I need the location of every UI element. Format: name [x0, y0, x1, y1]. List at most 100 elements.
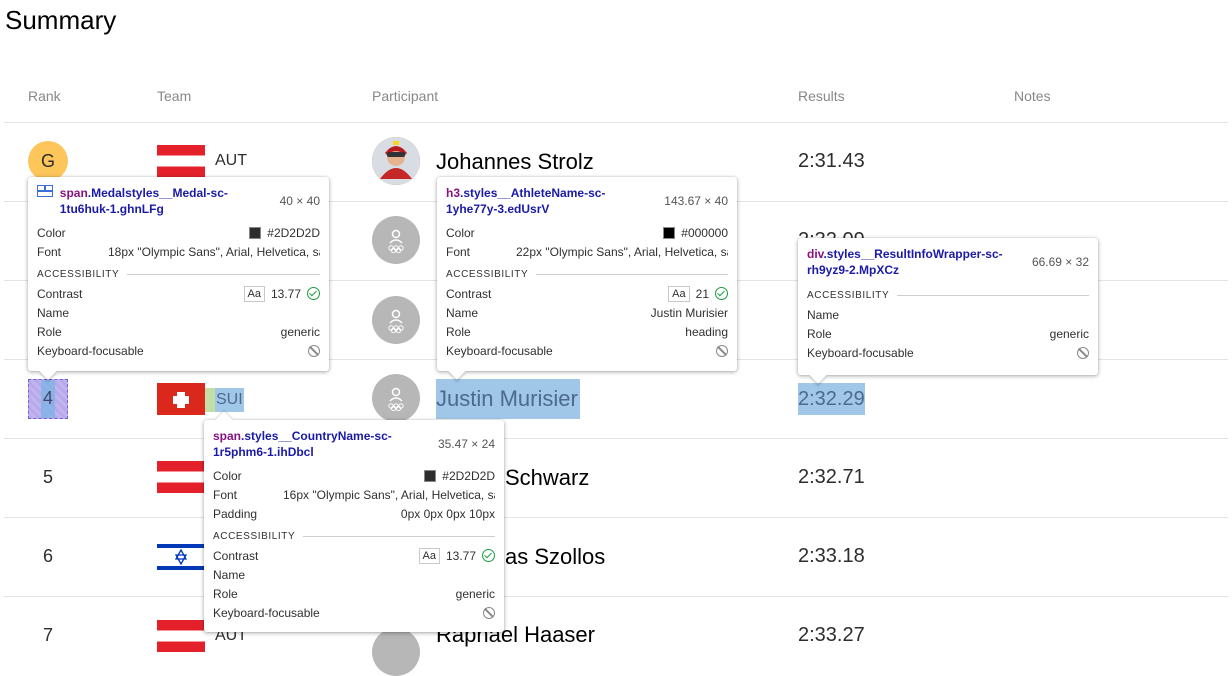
tooltip-color-label: Color: [446, 225, 475, 240]
athlete-name[interactable]: Johannes Strolz: [436, 149, 594, 175]
country-name: AUT: [215, 152, 247, 169]
tooltip-dimensions: 66.69 × 32: [1031, 255, 1089, 269]
tooltip-arrow: [809, 366, 827, 384]
color-swatch-icon: [663, 226, 676, 239]
tooltip-name-label: Name: [446, 305, 479, 320]
tooltip-section-accessibility: ACCESSIBILITY: [37, 269, 320, 280]
tooltip-contrast-label: Contrast: [213, 548, 259, 563]
column-header-rank: Rank: [28, 88, 61, 104]
tooltip-color-value: #2D2D2D: [442, 468, 495, 483]
tooltip-name-label: Name: [807, 307, 840, 322]
tooltip-role-value: generic: [1049, 326, 1089, 341]
tooltip-arrow: [448, 362, 466, 380]
tooltip-color-label: Color: [37, 225, 66, 240]
tooltip-keyboard-label: Keyboard-focusable: [446, 343, 553, 358]
column-header-team: Team: [157, 88, 192, 104]
tooltip-color-value: #000000: [681, 225, 728, 240]
tooltip-font-label: Font: [446, 244, 471, 259]
tooltip-selector: .styles__ResultInfoWrapper-sc-rh9yz9-2.M…: [807, 247, 1003, 277]
athlete-name[interactable]: Schwarz: [505, 465, 589, 491]
tooltip-role-label: Role: [37, 324, 62, 339]
rank-number: 4: [42, 388, 53, 408]
color-swatch-icon: [424, 469, 437, 482]
tooltip-color-value: #2D2D2D: [267, 225, 320, 240]
result-time: 2:33.18: [798, 545, 865, 567]
tooltip-name-label: Name: [37, 305, 70, 320]
result-time: 2:32.71: [798, 466, 865, 488]
column-header-results: Results: [798, 88, 845, 104]
tooltip-role-value: heading: [685, 324, 728, 339]
tooltip-tag: h3: [446, 186, 461, 200]
result-time: 2:31.43: [798, 150, 865, 172]
tooltip-contrast-value: 21: [695, 286, 709, 301]
tooltip-keyboard-label: Keyboard-focusable: [807, 345, 914, 360]
check-circle-icon: [307, 287, 320, 300]
tooltip-name-label: Name: [213, 567, 246, 582]
contrast-aa-icon: Aa: [418, 547, 440, 564]
athlete-name[interactable]: as Szollos: [505, 544, 605, 570]
row-divider: [4, 122, 1228, 123]
avatar-placeholder-icon: [372, 374, 420, 422]
tooltip-dimensions: 143.67 × 40: [664, 194, 728, 208]
column-header-participant: Participant: [372, 88, 439, 104]
inspect-tooltip-country: span.styles__CountryName-sc-1r5phm6-1.ih…: [204, 411, 504, 632]
tooltip-font-value: 16px "Olympic Sans", Arial, Helvetica, s…: [283, 487, 495, 502]
contrast-aa-icon: Aa: [668, 285, 690, 302]
tooltip-keyboard-label: Keyboard-focusable: [213, 605, 320, 620]
tooltip-contrast-label: Contrast: [446, 286, 492, 301]
gold-medal-badge: G: [28, 141, 68, 181]
tooltip-font-value: 18px "Olympic Sans", Arial, Helvetica, s…: [108, 244, 320, 259]
tooltip-dimensions: 40 × 40: [279, 194, 320, 208]
tooltip-font-label: Font: [37, 244, 62, 259]
tooltip-role-label: Role: [446, 324, 471, 339]
avatar-placeholder-icon: [372, 296, 420, 344]
column-header-notes: Notes: [1014, 88, 1051, 104]
rank-number: 7: [42, 625, 53, 645]
israel-flag-icon: [157, 541, 205, 573]
tooltip-name-value: Justin Murisier: [650, 305, 728, 320]
rank-number: 6: [42, 546, 53, 566]
contrast-aa-icon: Aa: [243, 285, 265, 302]
athlete-name[interactable]: Justin Murisier: [436, 379, 580, 419]
inspect-tooltip-result: div.styles__ResultInfoWrapper-sc-rh9yz9-…: [798, 238, 1098, 384]
inspect-tooltip-athlete: h3.styles__AthleteName-sc-1yhe77y-3.edUs…: [437, 177, 737, 380]
austria-flag-icon: [157, 461, 205, 493]
rank-number: 5: [42, 467, 53, 487]
tooltip-arrow: [215, 411, 233, 429]
switzerland-flag-icon: [157, 383, 205, 415]
tooltip-arrow: [39, 362, 57, 380]
tooltip-tag: span: [213, 429, 242, 443]
tooltip-padding-label: Padding: [213, 506, 258, 521]
tooltip-selector: .styles__AthleteName-sc-1yhe77y-3.edUsrV: [446, 186, 606, 216]
tooltip-role-label: Role: [213, 586, 238, 601]
row-divider: [4, 517, 1228, 518]
tooltip-role-value: generic: [280, 324, 320, 339]
country-name: SUI: [205, 388, 244, 412]
tooltip-contrast-label: Contrast: [37, 286, 83, 301]
inspect-tooltip-medal: span.Medalstyles__Medal-sc-1tu6huk-1.ghn…: [28, 177, 329, 380]
tooltip-section-accessibility: ACCESSIBILITY: [213, 531, 495, 542]
flex-layout-icon: [37, 185, 53, 197]
check-circle-icon: [482, 549, 495, 562]
tooltip-font-value: 22px "Olympic Sans", Arial, Helvetica, s…: [516, 244, 728, 259]
tooltip-section-accessibility: ACCESSIBILITY: [807, 290, 1089, 301]
austria-flag-icon: [157, 620, 205, 652]
tooltip-role-label: Role: [807, 326, 832, 341]
tooltip-contrast-value: 13.77: [445, 548, 476, 563]
tooltip-padding-value: 0px 0px 0px 10px: [400, 506, 495, 521]
avatar-placeholder-icon: [372, 216, 420, 264]
austria-flag-icon: [157, 145, 205, 177]
not-focusable-icon: [1077, 346, 1089, 359]
tooltip-dimensions: 35.47 × 24: [437, 437, 495, 451]
tooltip-color-label: Color: [213, 468, 242, 483]
tooltip-contrast-value: 13.77: [270, 286, 301, 301]
tooltip-font-label: Font: [213, 487, 238, 502]
not-focusable-icon: [483, 606, 495, 619]
athlete-photo: [372, 137, 420, 185]
tooltip-section-accessibility: ACCESSIBILITY: [446, 269, 728, 280]
avatar-placeholder-icon: [372, 628, 420, 676]
result-time: 2:32.29: [798, 383, 865, 415]
not-focusable-icon: [308, 344, 320, 357]
not-focusable-icon: [716, 344, 728, 357]
page-title: Summary: [5, 5, 117, 35]
